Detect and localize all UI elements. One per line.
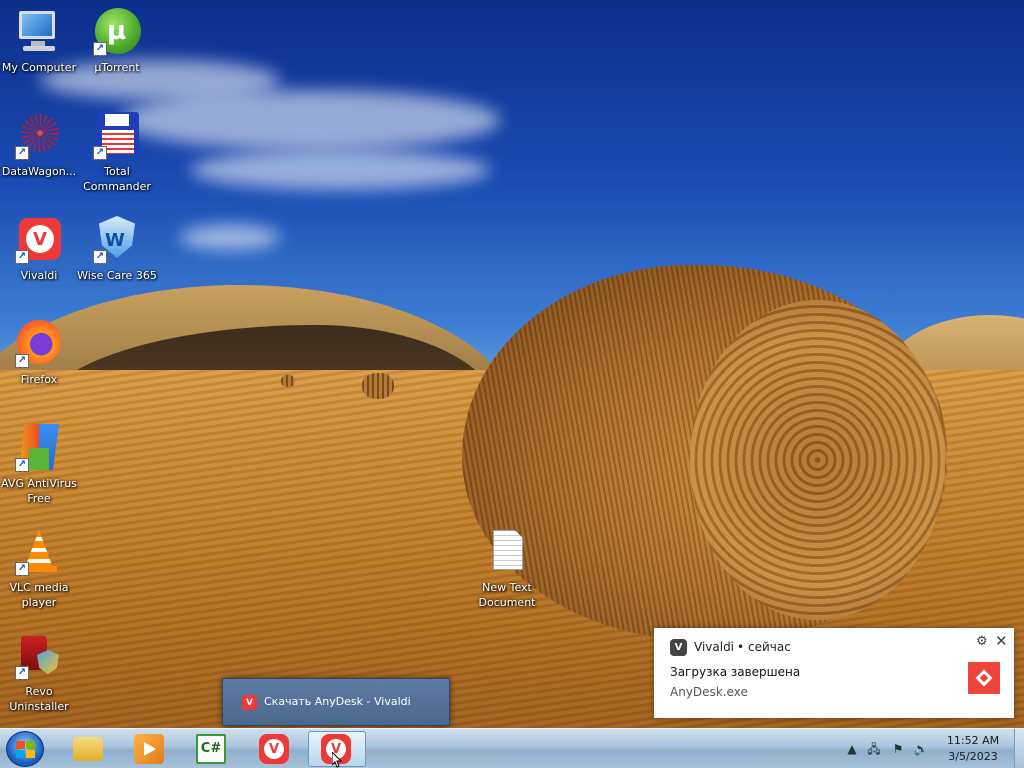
- desktop-icon-my-computer[interactable]: My Computer: [0, 8, 79, 75]
- desktop-icon-label: Vivaldi: [20, 269, 58, 282]
- thumbnail-title: Скачать AnyDesk - Vivaldi: [264, 695, 411, 708]
- desktop-icon-label: My Computer: [1, 61, 77, 74]
- media-player-icon: [134, 734, 164, 764]
- desktop-icon-label: AVG AntiVirus Free: [1, 477, 77, 505]
- wallpaper-small-bale: [362, 373, 394, 399]
- notification-title: Загрузка завершена: [670, 665, 801, 679]
- vivaldi-icon: V: [670, 639, 687, 656]
- notification-time: сейчас: [748, 640, 791, 654]
- firefox-icon: ↗: [15, 320, 63, 368]
- revo-icon: ↗: [15, 632, 63, 680]
- desktop-icon-label: Firefox: [20, 373, 58, 386]
- desktop-icon-firefox[interactable]: ↗ Firefox: [0, 320, 79, 387]
- utorrent-icon: µ ↗: [93, 8, 141, 56]
- action-center-flag-icon[interactable]: ⚑: [890, 741, 906, 757]
- csharp-icon: C#: [196, 734, 226, 764]
- shortcut-arrow-icon: ↗: [15, 146, 29, 160]
- desktop-icon-total-commander[interactable]: ↗ Total Commander: [77, 112, 157, 194]
- mouse-cursor-icon: [331, 750, 343, 768]
- taskbar-media-player[interactable]: [121, 731, 179, 767]
- volume-icon[interactable]: 🔊: [913, 741, 929, 757]
- desktop-icon-utorrent[interactable]: µ ↗ µTorrent: [77, 8, 157, 75]
- desktop-icon-revo[interactable]: ↗ Revo Uninstaller: [0, 632, 79, 714]
- close-icon[interactable]: ✕: [995, 632, 1008, 650]
- shortcut-arrow-icon: ↗: [15, 562, 29, 576]
- taskbar: C# V V ▲ 🖧 ⚑ 🔊 11:52 AM 3/5/2023: [0, 728, 1024, 768]
- taskbar-vivaldi[interactable]: V: [246, 731, 304, 767]
- desktop-icon-vivaldi[interactable]: V ↗ Vivaldi: [0, 216, 79, 283]
- datawagon-icon: ↗: [15, 112, 63, 160]
- computer-icon: [15, 8, 63, 56]
- desktop-icon-label: Total Commander: [83, 165, 151, 193]
- windows-logo-icon: [16, 741, 36, 759]
- wallpaper-hay-bale-face: [690, 300, 945, 620]
- taskbar-thumbnail-preview[interactable]: V Скачать AnyDesk - Vivaldi: [222, 678, 450, 726]
- desktop-icon-vlc[interactable]: ↗ VLC media player: [0, 528, 79, 610]
- desktop-icon-datawagon[interactable]: ↗ DataWagon...: [0, 112, 79, 179]
- desktop-wallpaper: [0, 0, 1024, 728]
- anydesk-icon: [968, 662, 1000, 694]
- wallpaper-cloud: [180, 225, 280, 250]
- desktop-icon-wise-care[interactable]: W ↗ Wise Care 365: [77, 216, 157, 283]
- shortcut-arrow-icon: ↗: [15, 354, 29, 368]
- taskbar-csharp-app[interactable]: C#: [183, 731, 241, 767]
- text-document-icon: [483, 528, 531, 576]
- taskbar-explorer[interactable]: [60, 731, 118, 767]
- desktop-icon-label: DataWagon...: [1, 165, 77, 178]
- desktop-icon-label: VLC media player: [9, 581, 69, 609]
- vlc-icon: ↗: [15, 528, 63, 576]
- desktop-icon-label: Revo Uninstaller: [9, 685, 69, 713]
- wise-care-icon: W ↗: [93, 216, 141, 264]
- wallpaper-cloud: [190, 150, 490, 190]
- shortcut-arrow-icon: ↗: [15, 666, 29, 680]
- clock-date: 3/5/2023: [948, 750, 998, 763]
- download-notification[interactable]: V Vivaldi • сейчас ⚙ ✕ Загрузка завершен…: [654, 628, 1014, 718]
- desktop-icon-new-text-document[interactable]: New Text Document: [467, 528, 547, 610]
- shortcut-arrow-icon: ↗: [93, 250, 107, 264]
- notification-separator: •: [737, 640, 745, 654]
- vivaldi-icon: V: [242, 695, 257, 710]
- desktop-icon-label: Wise Care 365: [77, 269, 157, 282]
- system-clock[interactable]: 11:52 AM 3/5/2023: [938, 733, 1008, 765]
- total-commander-icon: ↗: [93, 112, 141, 160]
- clock-time: 11:52 AM: [946, 734, 1000, 747]
- notification-app-name: Vivaldi: [694, 640, 735, 654]
- shortcut-arrow-icon: ↗: [93, 42, 107, 56]
- show-hidden-icons-chevron-icon[interactable]: ▲: [844, 741, 860, 757]
- wallpaper-small-bale: [281, 375, 295, 387]
- vivaldi-icon: V: [259, 734, 289, 764]
- desktop-icon-label: New Text Document: [478, 581, 536, 609]
- avg-icon: ↗: [15, 424, 63, 472]
- shortcut-arrow-icon: ↗: [15, 458, 29, 472]
- gear-icon[interactable]: ⚙: [976, 634, 988, 649]
- notification-body: AnyDesk.exe: [670, 685, 748, 699]
- vivaldi-icon: V ↗: [15, 216, 63, 264]
- desktop-icon-label: µTorrent: [94, 61, 140, 74]
- start-button[interactable]: [6, 731, 44, 767]
- show-desktop-button[interactable]: [1014, 729, 1024, 768]
- folder-icon: [73, 737, 103, 761]
- shortcut-arrow-icon: ↗: [93, 146, 107, 160]
- shortcut-arrow-icon: ↗: [15, 250, 29, 264]
- desktop-icon-avg[interactable]: ↗ AVG AntiVirus Free: [0, 424, 79, 506]
- network-icon[interactable]: 🖧: [866, 741, 882, 757]
